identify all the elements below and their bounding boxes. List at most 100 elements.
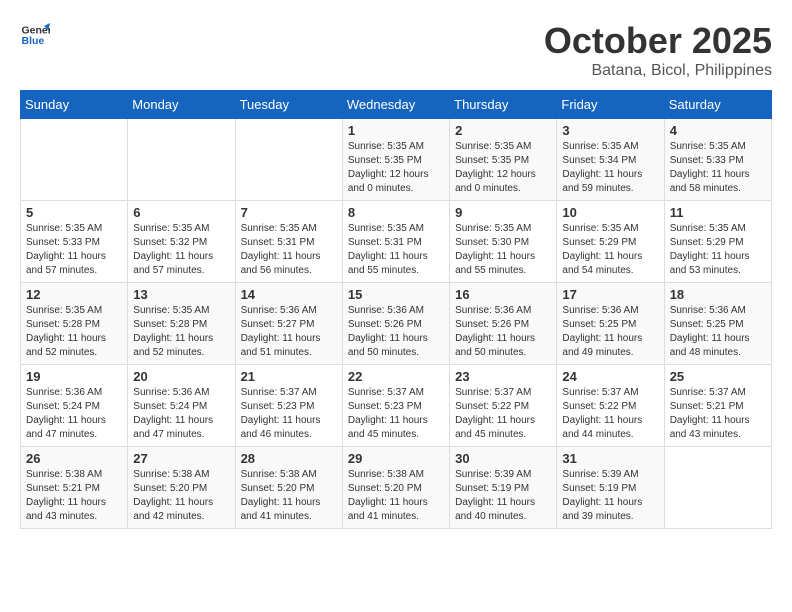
day-cell: 15 Sunrise: 5:36 AM Sunset: 5:26 PM Dayli… (342, 283, 449, 365)
month-title: October 2025 (544, 20, 772, 62)
week-row-3: 12 Sunrise: 5:35 AM Sunset: 5:28 PM Dayli… (21, 283, 772, 365)
day-number: 31 (562, 451, 658, 466)
day-cell: 9Sunrise: 5:35 AM Sunset: 5:30 PM Daylig… (450, 201, 557, 283)
day-number: 29 (348, 451, 444, 466)
day-info: Sunrise: 5:38 AM Sunset: 5:20 PM Dayligh… (133, 468, 229, 524)
day-info: Sunrise: 5:35 AM Sunset: 5:34 PM Dayligh… (562, 140, 658, 196)
day-number: 13 (133, 287, 229, 302)
svg-text:Blue: Blue (22, 35, 45, 47)
day-cell: 30 Sunrise: 5:39 AM Sunset: 5:19 PM Dayli… (450, 447, 557, 529)
day-number: 16 (455, 287, 551, 302)
logo: General Blue (20, 20, 50, 50)
day-info: Sunrise: 5:36 AM Sunset: 5:24 PM Dayligh… (133, 386, 229, 442)
day-number: 27 (133, 451, 229, 466)
day-cell: 22 Sunrise: 5:37 AM Sunset: 5:23 PM Dayli… (342, 365, 449, 447)
day-cell: 24Sunrise: 5:37 AM Sunset: 5:22 PM Dayli… (557, 365, 664, 447)
day-number: 20 (133, 369, 229, 384)
day-cell: 17 Sunrise: 5:36 AM Sunset: 5:25 PM Dayli… (557, 283, 664, 365)
day-number: 24 (562, 369, 658, 384)
day-number: 26 (26, 451, 122, 466)
day-info: Sunrise: 5:37 AM Sunset: 5:21 PM Dayligh… (670, 386, 766, 442)
day-info: Sunrise: 5:37 AM Sunset: 5:22 PM Dayligh… (455, 386, 551, 442)
day-number: 19 (26, 369, 122, 384)
header-cell-monday: Monday (128, 91, 235, 119)
day-cell: 5Sunrise: 5:35 AM Sunset: 5:33 PM Daylig… (21, 201, 128, 283)
day-number: 11 (670, 205, 766, 220)
day-info: Sunrise: 5:35 AM Sunset: 5:28 PM Dayligh… (133, 304, 229, 360)
day-cell: 14 Sunrise: 5:36 AM Sunset: 5:27 PM Dayli… (235, 283, 342, 365)
day-number: 22 (348, 369, 444, 384)
day-info: Sunrise: 5:35 AM Sunset: 5:33 PM Dayligh… (670, 140, 766, 196)
day-info: Sunrise: 5:39 AM Sunset: 5:19 PM Dayligh… (455, 468, 551, 524)
day-number: 9 (455, 205, 551, 220)
day-number: 17 (562, 287, 658, 302)
day-cell: 28Sunrise: 5:38 AM Sunset: 5:20 PM Dayli… (235, 447, 342, 529)
day-cell: 2 Sunrise: 5:35 AM Sunset: 5:35 PM Daylig… (450, 119, 557, 201)
day-number: 14 (241, 287, 337, 302)
header: General Blue October 2025 Batana, Bicol,… (20, 20, 772, 80)
day-info: Sunrise: 5:36 AM Sunset: 5:24 PM Dayligh… (26, 386, 122, 442)
day-cell: 4 Sunrise: 5:35 AM Sunset: 5:33 PM Daylig… (664, 119, 771, 201)
day-cell: 31 Sunrise: 5:39 AM Sunset: 5:19 PM Dayli… (557, 447, 664, 529)
day-cell: 11Sunrise: 5:35 AM Sunset: 5:29 PM Dayli… (664, 201, 771, 283)
day-number: 8 (348, 205, 444, 220)
day-info: Sunrise: 5:39 AM Sunset: 5:19 PM Dayligh… (562, 468, 658, 524)
day-cell: 25Sunrise: 5:37 AM Sunset: 5:21 PM Dayli… (664, 365, 771, 447)
day-cell: 27 Sunrise: 5:38 AM Sunset: 5:20 PM Dayli… (128, 447, 235, 529)
day-info: Sunrise: 5:35 AM Sunset: 5:35 PM Dayligh… (455, 140, 551, 196)
header-row: SundayMondayTuesdayWednesdayThursdayFrid… (21, 91, 772, 119)
day-number: 18 (670, 287, 766, 302)
day-cell: 8 Sunrise: 5:35 AM Sunset: 5:31 PM Daylig… (342, 201, 449, 283)
day-info: Sunrise: 5:35 AM Sunset: 5:29 PM Dayligh… (562, 222, 658, 278)
header-cell-sunday: Sunday (21, 91, 128, 119)
day-info: Sunrise: 5:36 AM Sunset: 5:25 PM Dayligh… (670, 304, 766, 360)
day-number: 2 (455, 123, 551, 138)
day-info: Sunrise: 5:35 AM Sunset: 5:32 PM Dayligh… (133, 222, 229, 278)
day-info: Sunrise: 5:38 AM Sunset: 5:21 PM Dayligh… (26, 468, 122, 524)
day-cell: 7Sunrise: 5:35 AM Sunset: 5:31 PM Daylig… (235, 201, 342, 283)
day-cell (664, 447, 771, 529)
day-info: Sunrise: 5:36 AM Sunset: 5:25 PM Dayligh… (562, 304, 658, 360)
day-info: Sunrise: 5:38 AM Sunset: 5:20 PM Dayligh… (241, 468, 337, 524)
week-row-5: 26 Sunrise: 5:38 AM Sunset: 5:21 PM Dayli… (21, 447, 772, 529)
week-row-2: 5Sunrise: 5:35 AM Sunset: 5:33 PM Daylig… (21, 201, 772, 283)
day-cell: 3 Sunrise: 5:35 AM Sunset: 5:34 PM Daylig… (557, 119, 664, 201)
day-cell: 26 Sunrise: 5:38 AM Sunset: 5:21 PM Dayli… (21, 447, 128, 529)
day-number: 4 (670, 123, 766, 138)
day-cell: 13 Sunrise: 5:35 AM Sunset: 5:28 PM Dayli… (128, 283, 235, 365)
week-row-1: 1 Sunrise: 5:35 AM Sunset: 5:35 PM Daylig… (21, 119, 772, 201)
day-number: 7 (241, 205, 337, 220)
day-info: Sunrise: 5:37 AM Sunset: 5:23 PM Dayligh… (241, 386, 337, 442)
day-cell: 19 Sunrise: 5:36 AM Sunset: 5:24 PM Dayli… (21, 365, 128, 447)
day-info: Sunrise: 5:35 AM Sunset: 5:33 PM Dayligh… (26, 222, 122, 278)
day-info: Sunrise: 5:38 AM Sunset: 5:20 PM Dayligh… (348, 468, 444, 524)
day-cell: 18 Sunrise: 5:36 AM Sunset: 5:25 PM Dayli… (664, 283, 771, 365)
header-cell-tuesday: Tuesday (235, 91, 342, 119)
day-number: 6 (133, 205, 229, 220)
header-cell-friday: Friday (557, 91, 664, 119)
day-info: Sunrise: 5:36 AM Sunset: 5:27 PM Dayligh… (241, 304, 337, 360)
calendar-table: SundayMondayTuesdayWednesdayThursdayFrid… (20, 90, 772, 529)
day-number: 21 (241, 369, 337, 384)
day-number: 30 (455, 451, 551, 466)
header-cell-thursday: Thursday (450, 91, 557, 119)
day-number: 15 (348, 287, 444, 302)
location-title: Batana, Bicol, Philippines (544, 62, 772, 80)
title-area: October 2025 Batana, Bicol, Philippines (544, 20, 772, 80)
day-number: 1 (348, 123, 444, 138)
day-number: 3 (562, 123, 658, 138)
day-info: Sunrise: 5:35 AM Sunset: 5:31 PM Dayligh… (348, 222, 444, 278)
day-info: Sunrise: 5:35 AM Sunset: 5:28 PM Dayligh… (26, 304, 122, 360)
week-row-4: 19 Sunrise: 5:36 AM Sunset: 5:24 PM Dayli… (21, 365, 772, 447)
day-cell (21, 119, 128, 201)
day-info: Sunrise: 5:36 AM Sunset: 5:26 PM Dayligh… (348, 304, 444, 360)
day-cell: 1 Sunrise: 5:35 AM Sunset: 5:35 PM Daylig… (342, 119, 449, 201)
day-number: 12 (26, 287, 122, 302)
header-cell-wednesday: Wednesday (342, 91, 449, 119)
day-cell: 21 Sunrise: 5:37 AM Sunset: 5:23 PM Dayli… (235, 365, 342, 447)
day-cell (235, 119, 342, 201)
day-info: Sunrise: 5:37 AM Sunset: 5:23 PM Dayligh… (348, 386, 444, 442)
day-info: Sunrise: 5:35 AM Sunset: 5:35 PM Dayligh… (348, 140, 444, 196)
day-info: Sunrise: 5:36 AM Sunset: 5:26 PM Dayligh… (455, 304, 551, 360)
header-cell-saturday: Saturday (664, 91, 771, 119)
